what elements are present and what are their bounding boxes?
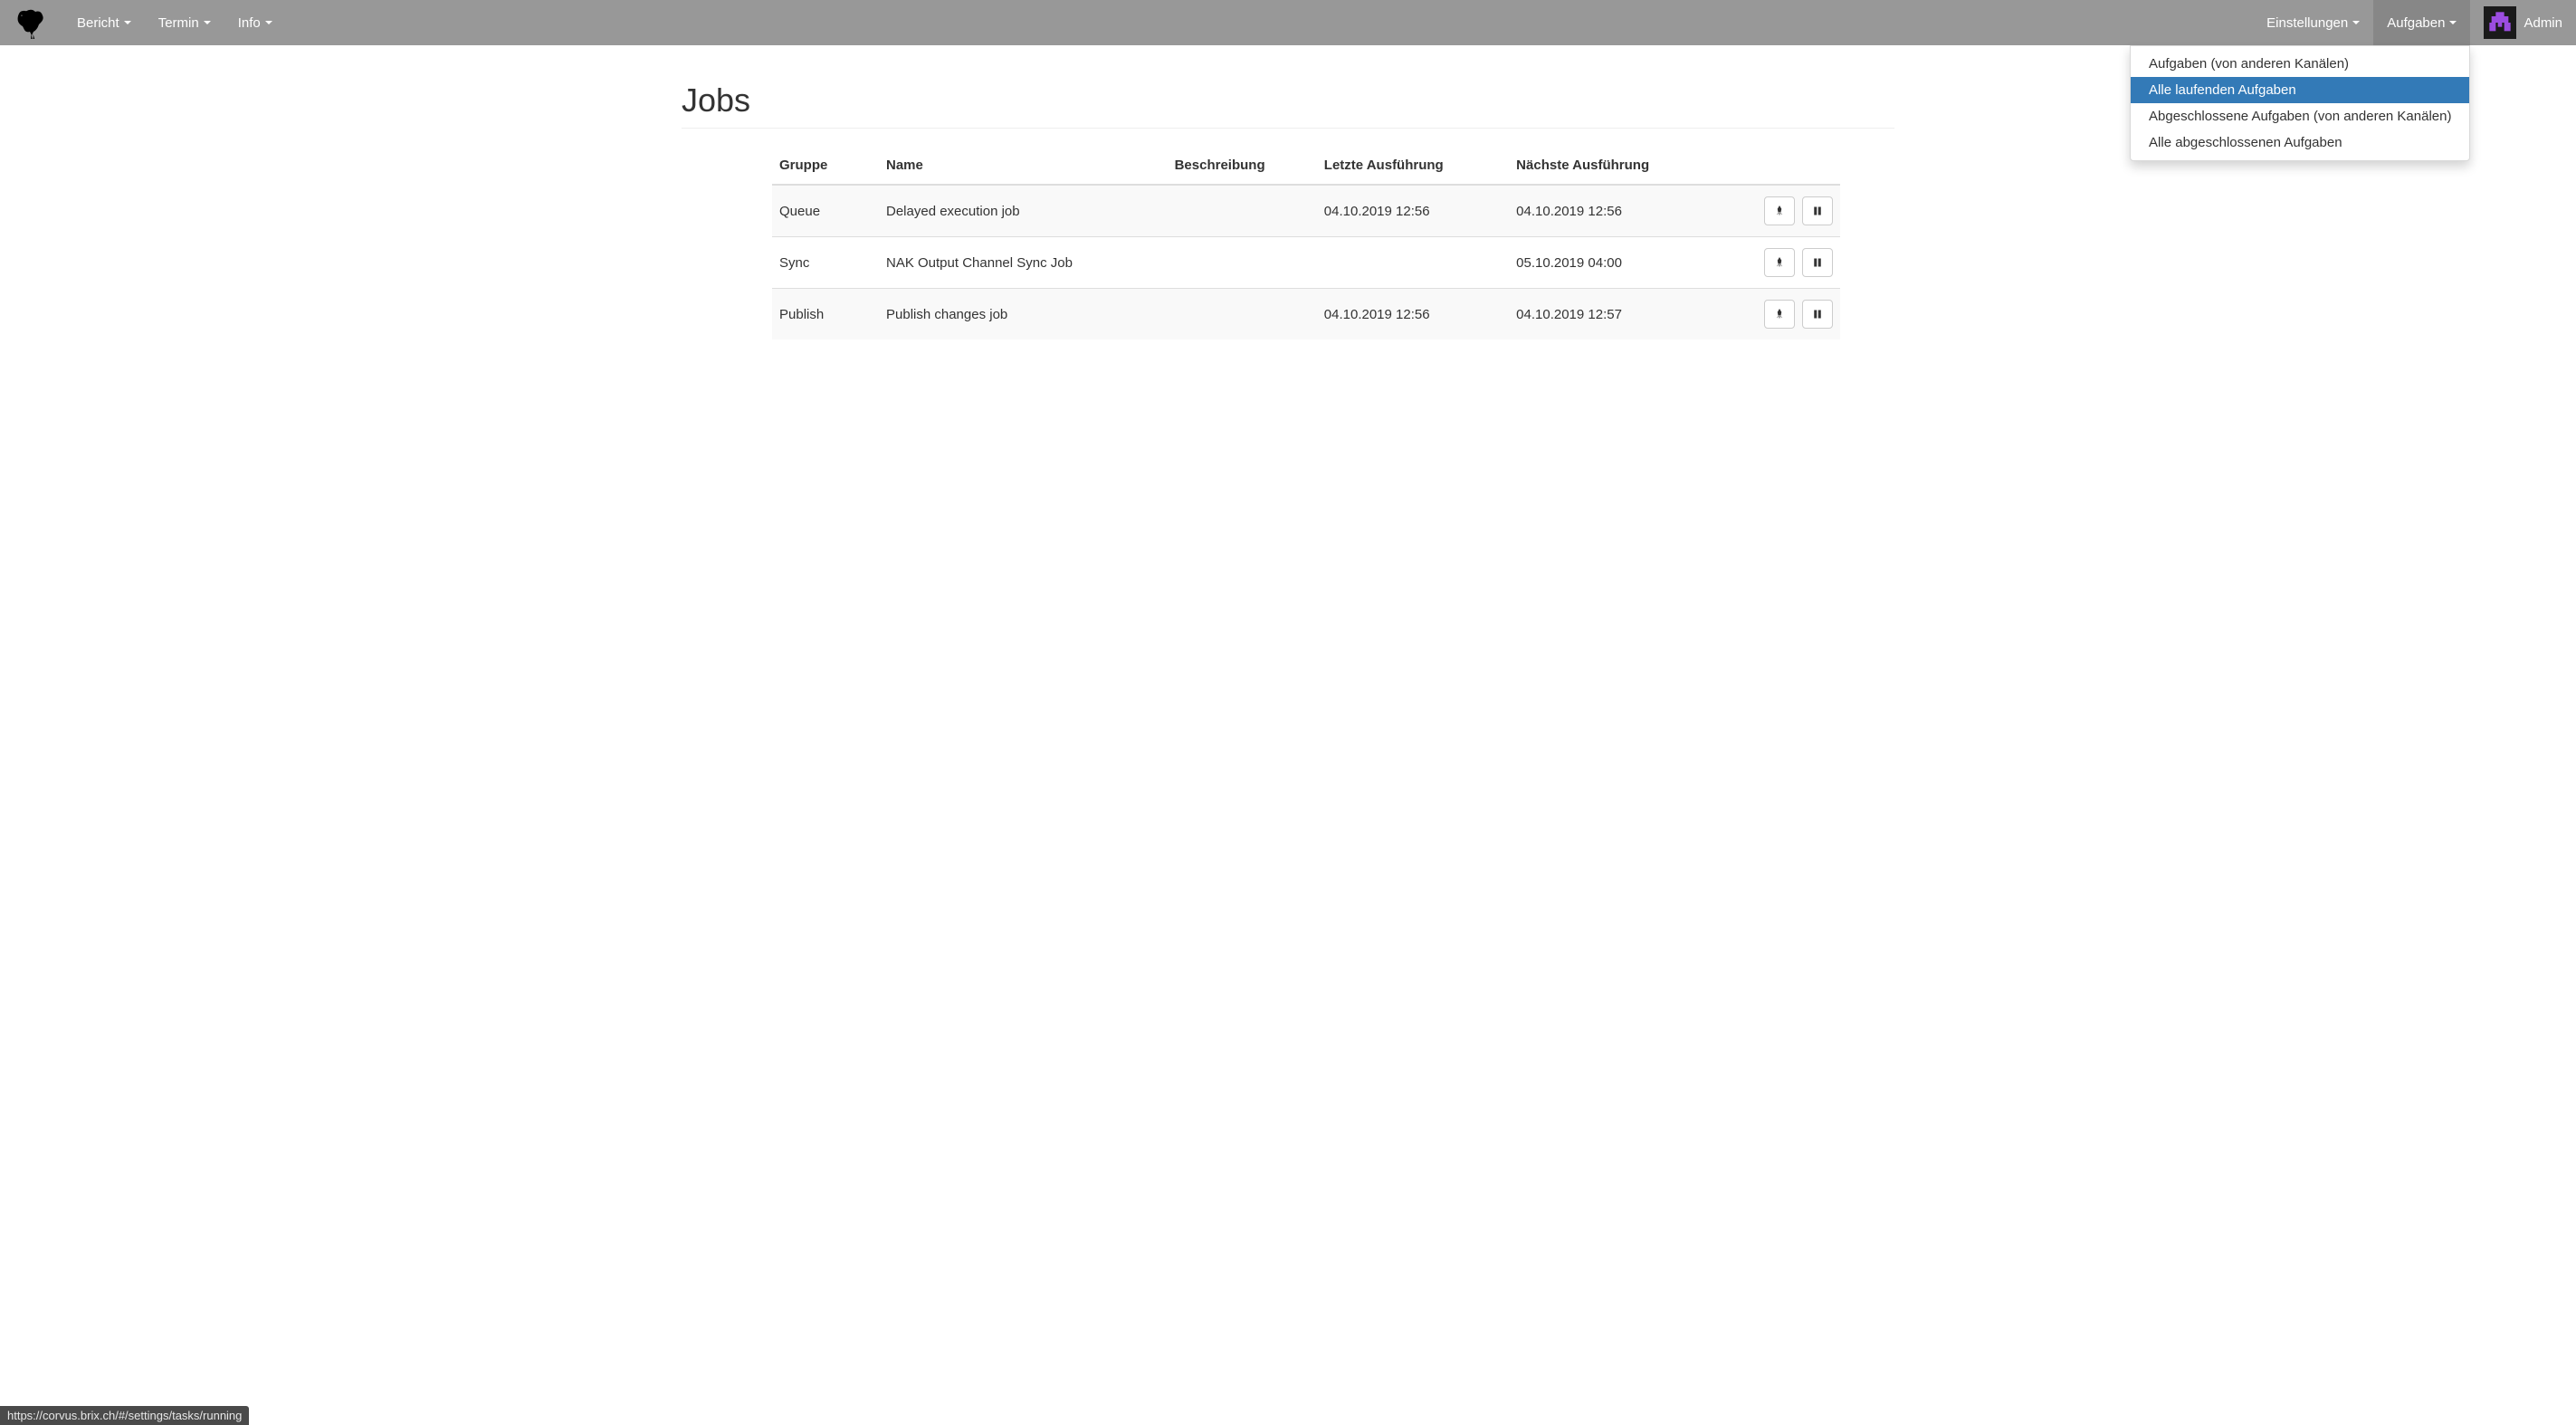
avatar (2484, 6, 2516, 39)
nav-label: Einstellungen (2266, 15, 2348, 31)
nav-user[interactable]: Admin (2470, 0, 2576, 45)
th-name: Name (879, 147, 1168, 185)
main-container: Jobs Gruppe Name Beschreibung Letzte Aus… (654, 45, 1922, 358)
cell-next-run: 04.10.2019 12:56 (1509, 185, 1701, 237)
status-bar: https://corvus.brix.ch/#/settings/tasks/… (0, 1406, 249, 1425)
caret-down-icon (2449, 21, 2457, 24)
cell-last-run: 04.10.2019 12:56 (1317, 289, 1509, 340)
th-actions (1702, 147, 1840, 185)
th-last-run: Letzte Ausführung (1317, 147, 1509, 185)
pause-icon (1812, 206, 1823, 216)
nav-label: Aufgaben (2387, 15, 2445, 31)
cell-next-run: 05.10.2019 04:00 (1509, 237, 1701, 289)
cell-description (1168, 185, 1317, 237)
pause-button[interactable] (1802, 196, 1833, 225)
cell-next-run: 04.10.2019 12:57 (1509, 289, 1701, 340)
cell-description (1168, 289, 1317, 340)
nav-left-group: Bericht Termin Info (63, 0, 286, 45)
dropdown-item-other-channels[interactable]: Aufgaben (von anderen Kanälen) (2131, 51, 2469, 77)
table-row: Queue Delayed execution job 04.10.2019 1… (772, 185, 1840, 237)
th-next-run: Nächste Ausführung (1509, 147, 1701, 185)
pause-button[interactable] (1802, 300, 1833, 329)
nav-right-group: Einstellungen Aufgaben Aufgaben (von and… (2253, 0, 2576, 45)
dropdown-item-all-running[interactable]: Alle laufenden Aufgaben (2131, 77, 2469, 103)
cell-name: Delayed execution job (879, 185, 1168, 237)
page-title: Jobs (682, 81, 1894, 120)
caret-down-icon (204, 21, 211, 24)
cell-actions (1702, 289, 1840, 340)
nav-item-einstellungen[interactable]: Einstellungen (2253, 0, 2373, 45)
table-wrapper: Gruppe Name Beschreibung Letzte Ausführu… (772, 147, 1840, 340)
caret-down-icon (265, 21, 272, 24)
nav-item-aufgaben[interactable]: Aufgaben Aufgaben (von anderen Kanälen) … (2373, 0, 2470, 45)
nav-label: Bericht (77, 15, 119, 31)
brand-logo[interactable] (0, 0, 63, 45)
dropdown-item-all-completed[interactable]: Alle abgeschlossenen Aufgaben (2131, 129, 2469, 156)
page-header: Jobs (682, 81, 1894, 129)
cell-last-run (1317, 237, 1509, 289)
pause-icon (1812, 309, 1823, 320)
table-header-row: Gruppe Name Beschreibung Letzte Ausführu… (772, 147, 1840, 185)
nav-item-info[interactable]: Info (224, 0, 286, 45)
table-row: Sync NAK Output Channel Sync Job 05.10.2… (772, 237, 1840, 289)
run-button[interactable] (1764, 196, 1795, 225)
jobs-table: Gruppe Name Beschreibung Letzte Ausführu… (772, 147, 1840, 340)
run-button[interactable] (1764, 248, 1795, 277)
dropdown-item-completed-other[interactable]: Abgeschlossene Aufgaben (von anderen Kan… (2131, 103, 2469, 129)
nav-label: Info (238, 15, 261, 31)
aufgaben-dropdown: Aufgaben (von anderen Kanälen) Alle lauf… (2130, 45, 2470, 161)
nav-item-bericht[interactable]: Bericht (63, 0, 145, 45)
table-row: Publish Publish changes job 04.10.2019 1… (772, 289, 1840, 340)
th-description: Beschreibung (1168, 147, 1317, 185)
cell-actions (1702, 185, 1840, 237)
cell-group: Publish (772, 289, 879, 340)
cell-name: Publish changes job (879, 289, 1168, 340)
rocket-icon (1774, 206, 1785, 216)
th-group: Gruppe (772, 147, 879, 185)
cell-group: Queue (772, 185, 879, 237)
avatar-icon (2487, 10, 2513, 35)
cell-actions (1702, 237, 1840, 289)
caret-down-icon (2352, 21, 2360, 24)
caret-down-icon (124, 21, 131, 24)
raven-icon (14, 5, 50, 41)
cell-last-run: 04.10.2019 12:56 (1317, 185, 1509, 237)
run-button[interactable] (1764, 300, 1795, 329)
user-name: Admin (2524, 15, 2562, 31)
pause-button[interactable] (1802, 248, 1833, 277)
nav-item-termin[interactable]: Termin (145, 0, 224, 45)
pause-icon (1812, 257, 1823, 268)
cell-description (1168, 237, 1317, 289)
cell-group: Sync (772, 237, 879, 289)
rocket-icon (1774, 309, 1785, 320)
rocket-icon (1774, 257, 1785, 268)
status-url: https://corvus.brix.ch/#/settings/tasks/… (7, 1409, 242, 1422)
cell-name: NAK Output Channel Sync Job (879, 237, 1168, 289)
nav-label: Termin (158, 15, 199, 31)
top-navbar: Bericht Termin Info Einstellungen Aufgab… (0, 0, 2576, 45)
table-body: Queue Delayed execution job 04.10.2019 1… (772, 185, 1840, 340)
